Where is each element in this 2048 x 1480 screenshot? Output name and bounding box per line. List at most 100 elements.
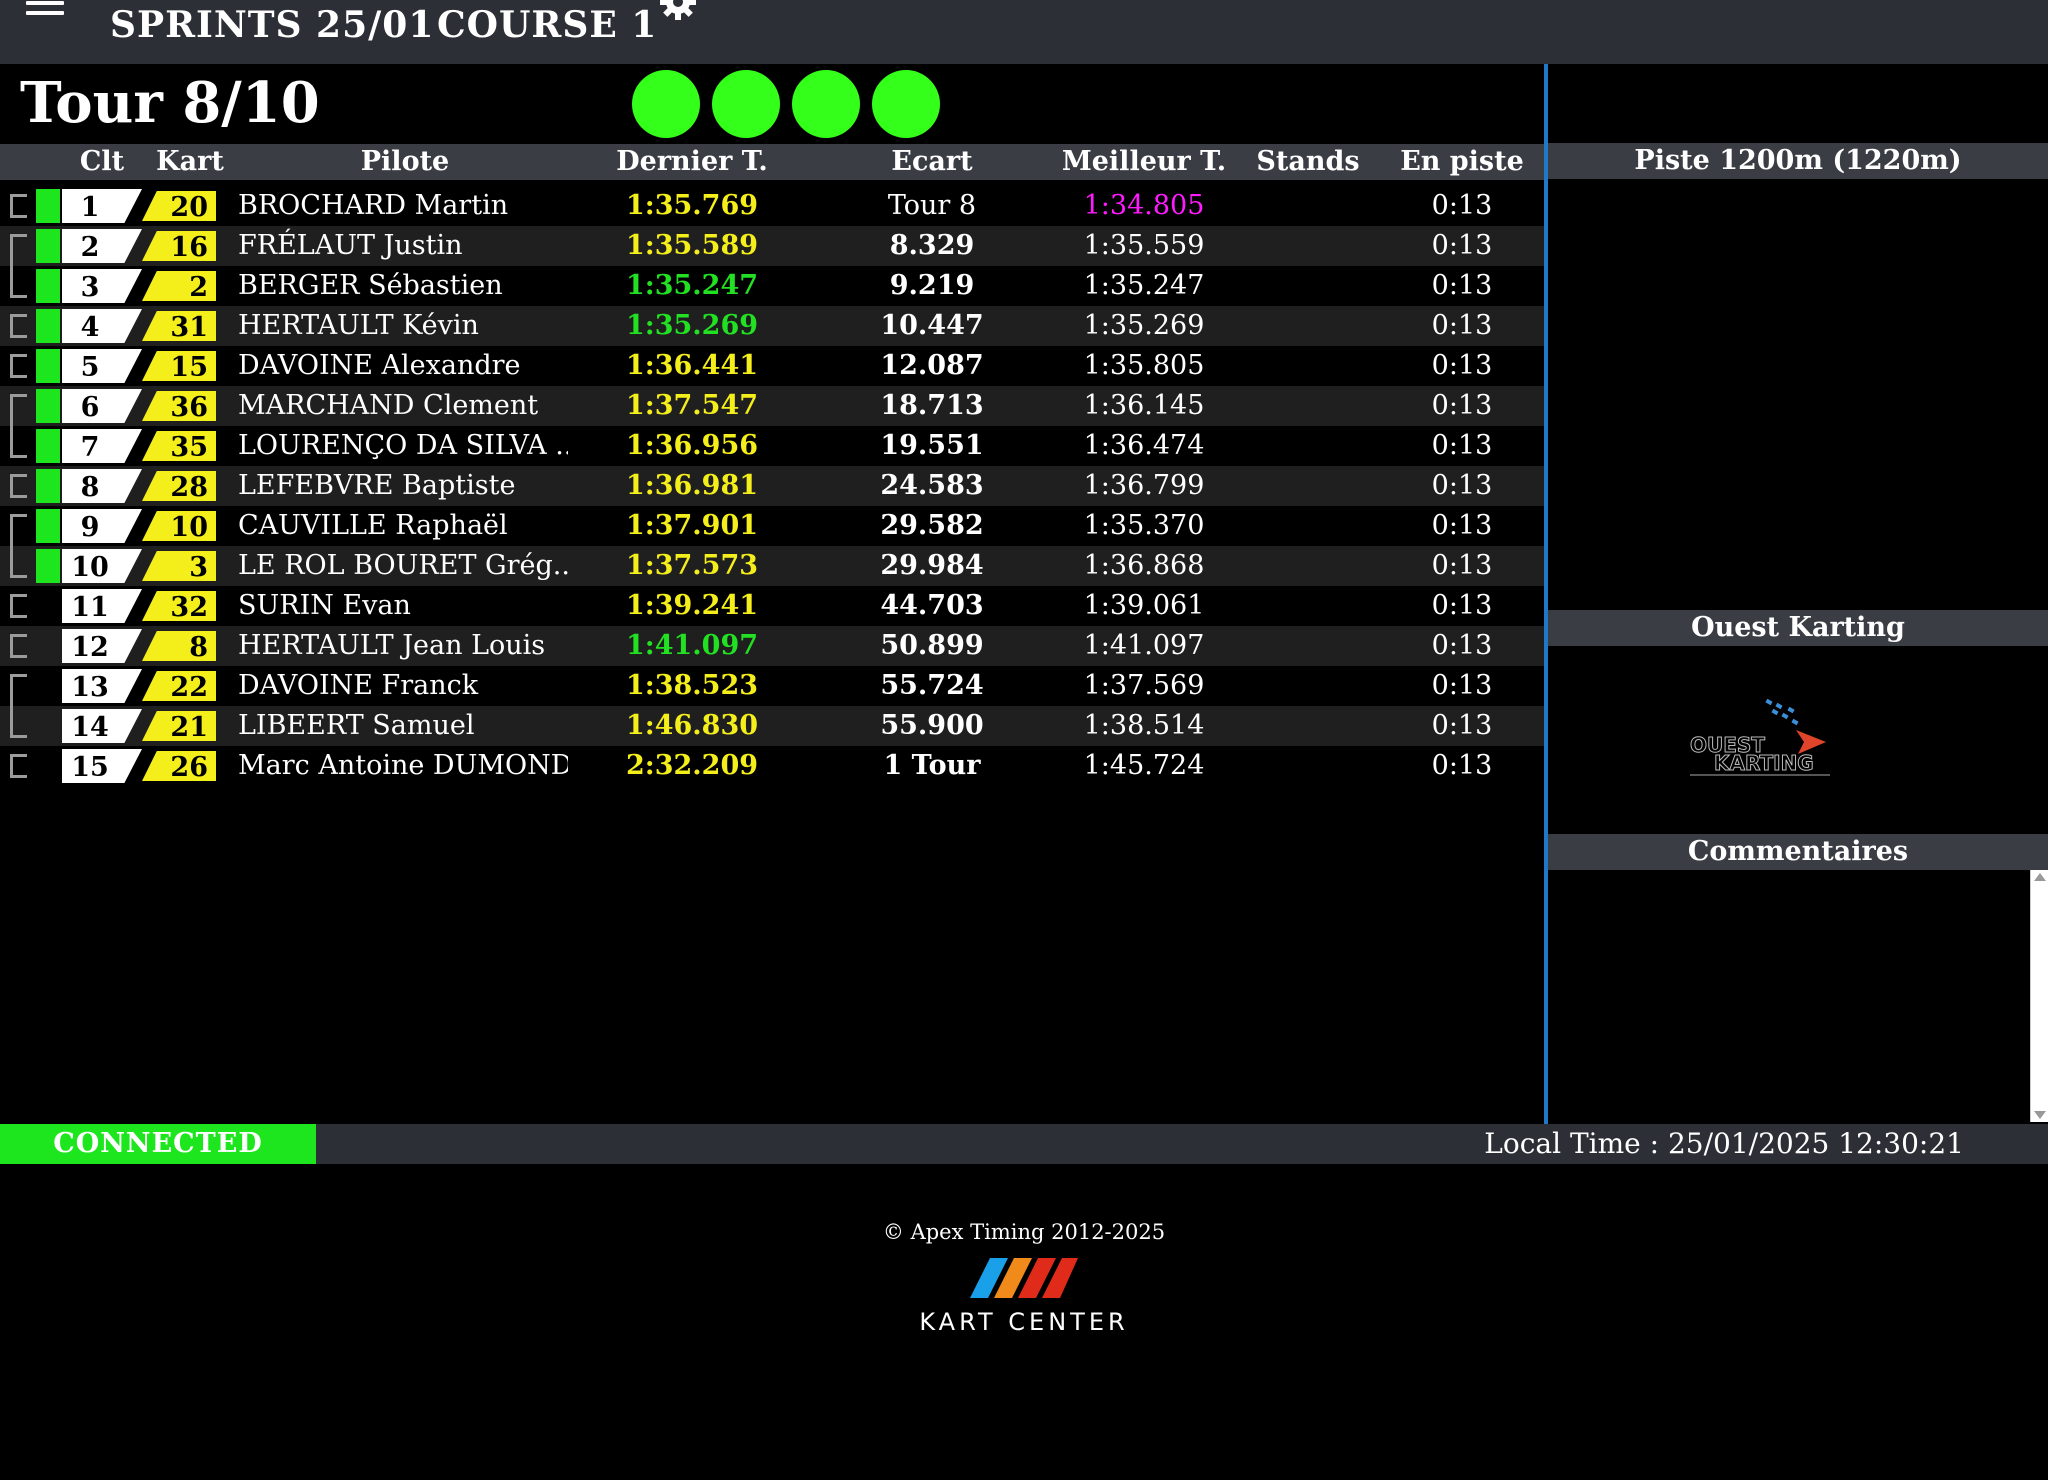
flag-light: [712, 70, 780, 138]
on-track-time: 0:13: [1431, 430, 1493, 461]
position-number: 11: [71, 592, 109, 623]
kart-number: 35: [170, 432, 208, 463]
gap-value: 18.713: [880, 390, 984, 421]
driver-name: LEFEBVRE Baptiste: [238, 470, 516, 501]
row-bracket: [10, 754, 27, 778]
column-header-position[interactable]: Clt: [70, 144, 134, 180]
kart-number: 36: [170, 392, 208, 423]
position-number: 7: [80, 432, 100, 463]
row-bracket: [10, 514, 27, 578]
last-lap-time: 1:41.097: [625, 630, 759, 661]
row-bracket: [10, 354, 27, 378]
table-row[interactable]: 13 22 DAVOINE Franck 1:38.523 55.724 1:37.569…: [0, 666, 1544, 706]
row-bracket: [10, 474, 27, 498]
menu-icon[interactable]: [26, 0, 64, 18]
on-track-time: 0:13: [1431, 390, 1493, 421]
column-header-kart[interactable]: Kart: [150, 144, 230, 180]
best-lap-time: 1:36.145: [1083, 390, 1205, 421]
table-row[interactable]: 6 36 MARCHAND Clement 1:37.547 18.713 1:36.14…: [0, 386, 1544, 426]
position-number: 12: [71, 632, 109, 663]
green-flag-indicator: [36, 189, 60, 223]
gap-value: 29.984: [880, 550, 984, 581]
table-row[interactable]: 8 28 LEFEBVRE Baptiste 1:36.981 24.583 1:36.7…: [0, 466, 1544, 506]
table-row[interactable]: 14 21 LIBEERT Samuel 1:46.830 55.900 1:38.514…: [0, 706, 1544, 746]
row-bracket: [10, 634, 27, 658]
comments-scrollbar[interactable]: [2030, 870, 2048, 1122]
position-number: 6: [80, 392, 100, 423]
scroll-down-icon[interactable]: [2034, 1111, 2046, 1119]
driver-name: DAVOINE Franck: [238, 670, 479, 701]
last-lap-time: 1:37.573: [625, 550, 759, 581]
green-flag-indicator: [36, 549, 60, 583]
on-track-time: 0:13: [1431, 470, 1493, 501]
best-lap-time: 1:36.474: [1083, 430, 1205, 461]
driver-name: HERTAULT Kévin: [238, 310, 479, 341]
race-title: COURSE 1: [437, 4, 658, 46]
table-row[interactable]: 7 35 LOURENÇO DA SILVA ... 1:36.956 19.551 1:…: [0, 426, 1544, 466]
table-row[interactable]: 1 20 BROCHARD Martin 1:35.769 Tour 8 1:34.805…: [0, 186, 1544, 226]
kart-center-logo-icon[interactable]: [970, 1258, 1078, 1298]
column-header-last-lap[interactable]: Dernier T.: [602, 144, 782, 180]
table-row[interactable]: 5 15 DAVOINE Alexandre 1:36.441 12.087 1:35.8…: [0, 346, 1544, 386]
table-row[interactable]: 9 10 CAUVILLE Raphaël 1:37.901 29.582 1:35.37…: [0, 506, 1544, 546]
position-number: 2: [80, 232, 100, 263]
position-number: 9: [80, 512, 100, 543]
column-header-best-lap[interactable]: Meilleur T.: [1054, 144, 1234, 180]
table-row[interactable]: 10 3 LE ROL BOURET Grég... 1:37.573 29.984 1:…: [0, 546, 1544, 586]
row-bracket: [10, 234, 27, 298]
row-bracket: [10, 394, 27, 458]
last-lap-time: 1:39.241: [625, 590, 759, 621]
position-number: 15: [71, 752, 109, 783]
column-header-driver[interactable]: Pilote: [330, 144, 480, 180]
on-track-time: 0:13: [1431, 750, 1493, 781]
svg-text:KARTING: KARTING: [1714, 751, 1814, 775]
driver-name: LOURENÇO DA SILVA ...: [238, 430, 568, 461]
local-time: Local Time : 25/01/2025 12:30:21: [1484, 1127, 1964, 1160]
last-lap-time: 1:36.981: [625, 470, 759, 501]
column-header-gap[interactable]: Ecart: [870, 144, 994, 180]
kart-number: 3: [189, 552, 208, 583]
last-lap-time: 1:35.247: [625, 270, 759, 301]
gap-value: 50.899: [880, 630, 984, 661]
last-lap-time: 2:32.209: [625, 750, 759, 781]
kart-number: 10: [170, 512, 208, 543]
best-lap-time: 1:39.061: [1083, 590, 1205, 621]
kart-number: 21: [170, 712, 208, 743]
table-row[interactable]: 3 2 BERGER Sébastien 1:35.247 9.219 1:35.247 0…: [0, 266, 1544, 306]
table-row[interactable]: 12 8 HERTAULT Jean Louis 1:41.097 50.899 1:41…: [0, 626, 1544, 666]
table-row[interactable]: 4 31 HERTAULT Kévin 1:35.269 10.447 1:35.269 0…: [0, 306, 1544, 346]
copyright: © Apex Timing 2012-2025: [882, 1220, 1166, 1244]
best-lap-time: 1:34.805: [1083, 190, 1205, 221]
on-track-time: 0:13: [1431, 230, 1493, 261]
scroll-up-icon[interactable]: [2034, 873, 2046, 881]
column-header-on-track[interactable]: En piste: [1392, 144, 1532, 180]
kart-number: 20: [170, 192, 208, 223]
best-lap-time: 1:35.559: [1083, 230, 1205, 261]
last-lap-time: 1:35.589: [625, 230, 759, 261]
on-track-time: 0:13: [1431, 710, 1493, 741]
gap-value: Tour 8: [887, 190, 977, 221]
table-row[interactable]: 2 16 FRÉLAUT Justin 1:35.589 8.329 1:35.559 0:…: [0, 226, 1544, 266]
column-header-pits[interactable]: Stands: [1250, 144, 1366, 180]
table-row[interactable]: 11 32 SURIN Evan 1:39.241 44.703 1:39.061 0:13: [0, 586, 1544, 626]
on-track-time: 0:13: [1431, 310, 1493, 341]
on-track-time: 0:13: [1431, 590, 1493, 621]
on-track-time: 0:13: [1431, 350, 1493, 381]
driver-name: BERGER Sébastien: [238, 270, 503, 301]
flag-light: [872, 70, 940, 138]
row-bracket: [10, 594, 27, 618]
last-lap-time: 1:46.830: [625, 710, 759, 741]
green-flag-indicator: [36, 269, 60, 303]
flag-light: [792, 70, 860, 138]
kart-number: 2: [189, 272, 208, 303]
gap-value: 9.219: [889, 270, 975, 301]
table-row[interactable]: 15 26 Marc Antoine DUMOND 2:32.209 1 Tour 1:4…: [0, 746, 1544, 786]
gear-icon[interactable]: [658, 0, 698, 22]
ouest-karting-logo: OUEST KARTING: [1690, 698, 1830, 776]
gap-value: 44.703: [880, 590, 984, 621]
connection-status-badge: CONNECTED: [0, 1124, 316, 1164]
kart-center-logo-text: KART CENTER: [919, 1308, 1129, 1336]
sponsor-panel-title: Ouest Karting: [1548, 610, 2048, 646]
driver-name: Marc Antoine DUMOND: [238, 750, 568, 781]
on-track-time: 0:13: [1431, 630, 1493, 661]
